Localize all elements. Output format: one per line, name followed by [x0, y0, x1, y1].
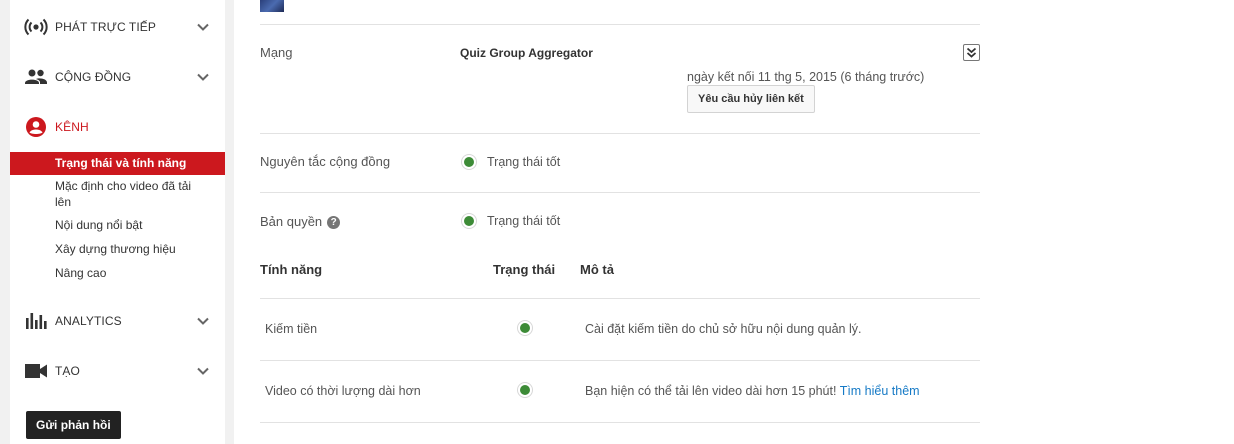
sidebar-item-community[interactable]: CỘNG ĐỒNG [10, 57, 225, 97]
sidebar-item-label: CỘNG ĐỒNG [55, 70, 132, 84]
help-icon[interactable]: ? [327, 216, 341, 229]
sidebar-subitem-label: Trạng thái và tính năng [55, 156, 187, 170]
chevron-down-icon[interactable] [196, 314, 210, 328]
sidebar-subitem-status-features[interactable]: Trạng thái và tính năng [10, 152, 225, 175]
features-header-status: Trạng thái [493, 262, 556, 277]
sidebar-subitem-advanced[interactable]: Nâng cao [10, 265, 225, 281]
sidebar-item-analytics[interactable]: ANALYTICS [10, 301, 225, 341]
sidebar-item-label: TẠO [55, 364, 80, 378]
sidebar-item-live[interactable]: PHÁT TRỰC TIẾP [10, 7, 225, 47]
chevron-down-icon[interactable] [196, 20, 210, 34]
chevron-down-icon[interactable] [196, 70, 210, 84]
video-camera-icon [25, 364, 47, 378]
analytics-bars-icon [26, 313, 47, 329]
sidebar-item-channel[interactable]: KÊNH [10, 107, 225, 147]
status-dot [518, 383, 532, 397]
sidebar-item-label: ANALYTICS [55, 314, 122, 328]
request-unlink-button[interactable]: Yêu cầu hủy liên kết [687, 85, 815, 113]
expand-network-button[interactable] [963, 44, 980, 61]
community-guidelines-label: Nguyên tắc cộng đồng [260, 154, 391, 169]
learn-more-link[interactable]: Tìm hiểu thêm [840, 384, 920, 398]
feature-name: Video có thời lượng dài hơn [265, 384, 421, 398]
chevron-down-icon[interactable] [196, 364, 210, 378]
sidebar-item-create[interactable]: TẠO [10, 351, 225, 391]
feature-description: Cài đặt kiếm tiền do chủ sở hữu nội dung… [585, 322, 862, 336]
copyright-status: Trạng thái tốt [462, 214, 560, 228]
sidebar-subitem-branding[interactable]: Xây dựng thương hiệu [10, 241, 225, 257]
status-good-dot [518, 321, 532, 335]
sidebar-subitem-upload-defaults[interactable]: Mặc định cho video đã tải lên [10, 178, 225, 210]
divider [260, 298, 980, 299]
divider [260, 422, 980, 423]
sidebar: PHÁT TRỰC TIẾP CỘNG ĐỒNG KÊNH Trạng thái… [10, 0, 225, 444]
divider [260, 192, 980, 193]
divider [260, 133, 980, 134]
page: PHÁT TRỰC TIẾP CỘNG ĐỒNG KÊNH Trạng thái… [0, 0, 1234, 444]
sidebar-subitem-label: Mặc định cho video đã tải lên [55, 179, 192, 209]
feature-name: Kiếm tiền [265, 322, 318, 336]
send-feedback-button[interactable]: Gửi phản hồi [26, 411, 121, 439]
status-good-dot [462, 155, 476, 169]
live-broadcast-icon [24, 18, 48, 36]
status-text: Trạng thái tốt [487, 155, 561, 169]
sidebar-item-label: KÊNH [55, 120, 89, 134]
double-chevron-down-icon [966, 47, 977, 58]
network-label: Mạng [260, 45, 293, 60]
community-guidelines-status: Trạng thái tốt [462, 155, 560, 169]
sidebar-subitem-featured-content[interactable]: Nội dung nổi bật [10, 217, 225, 233]
divider [260, 24, 980, 25]
status-good-dot [518, 383, 532, 397]
features-header-feature: Tính năng [260, 262, 323, 277]
account-circle-icon [26, 117, 46, 137]
feature-description-text: Bạn hiện có thể tải lên video dài hơn 15… [585, 384, 840, 398]
network-linked-date: ngày kết nối 11 thg 5, 2015 (6 tháng trư… [687, 70, 925, 84]
divider [260, 360, 980, 361]
network-name: Quiz Group Aggregator [460, 46, 593, 60]
sidebar-subitem-label: Nội dung nổi bật [55, 218, 143, 232]
status-good-dot [462, 214, 476, 228]
features-header-description: Mô tả [580, 262, 614, 277]
people-icon [25, 69, 47, 84]
status-dot [518, 321, 532, 335]
sidebar-subitem-label: Nâng cao [55, 266, 107, 280]
main-panel: Mạng Quiz Group Aggregator ngày kết nối … [234, 0, 1234, 444]
copyright-label: Bản quyền? [260, 214, 341, 229]
copyright-label-text: Bản quyền [260, 214, 323, 229]
sidebar-subitem-label: Xây dựng thương hiệu [55, 242, 176, 256]
sidebar-item-label: PHÁT TRỰC TIẾP [55, 20, 157, 34]
feature-description: Bạn hiện có thể tải lên video dài hơn 15… [585, 384, 920, 398]
video-thumbnail [260, 0, 284, 12]
status-text: Trạng thái tốt [487, 214, 561, 228]
